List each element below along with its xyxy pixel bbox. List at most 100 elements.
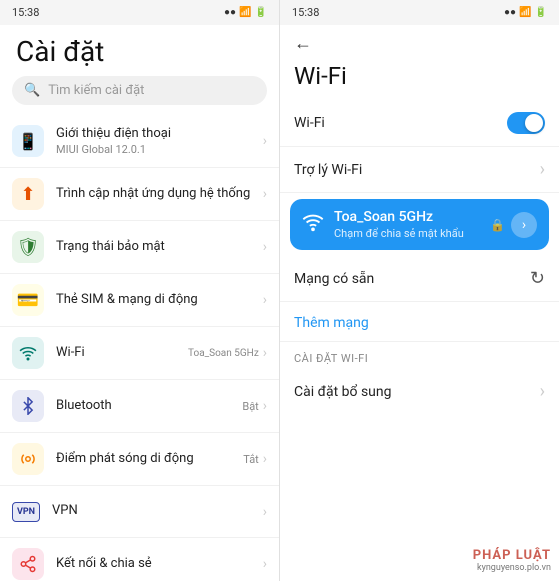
lock-icon: 🔒 — [490, 218, 505, 232]
time-right: 15:38 — [292, 6, 319, 19]
wifi-settings-section-label: CÀI ĐẶT WI-FI — [280, 342, 559, 369]
settings-item-vpn[interactable]: VPN VPN › — [0, 486, 279, 538]
wifi-right: Toa_Soan 5GHz › — [188, 345, 267, 361]
chevron-icon: › — [263, 504, 267, 520]
wifi-title: Wi-Fi — [56, 345, 188, 362]
settings-item-device-intro[interactable]: 📱 Giới thiệu điện thoại MIUI Global 12.0… — [0, 115, 279, 168]
settings-item-hotspot[interactable]: Điểm phát sóng di động Tắt › — [0, 433, 279, 486]
search-bar[interactable]: 🔍 Tìm kiếm cài đặt — [12, 76, 267, 105]
wifi-assistant-chevron: › — [540, 159, 545, 180]
app-update-content: Trình cập nhật ứng dụng hệ thống — [56, 186, 263, 203]
network-sub: Chạm để chia sẻ mật khẩu — [334, 227, 480, 240]
wifi-settings-list: Wi-Fi Trợ lý Wi-Fi › Toa_Soan 5GHz Chạm … — [280, 100, 559, 581]
connected-network-card[interactable]: Toa_Soan 5GHz Chạm để chia sẻ mật khẩu 🔒… — [290, 199, 549, 250]
status-icons-right: ●● 📶 🔋 — [504, 7, 547, 18]
wifi-assistant-row[interactable]: Trợ lý Wi-Fi › — [280, 147, 559, 193]
watermark-title: PHÁP LUẬT — [473, 548, 551, 563]
wifi-assistant-label: Trợ lý Wi-Fi — [294, 162, 362, 178]
additional-settings-chevron: › — [540, 381, 545, 402]
status-bar-left: 15:38 ●● 📶 🔋 — [0, 0, 279, 25]
settings-list: 📱 Giới thiệu điện thoại MIUI Global 12.0… — [0, 115, 279, 581]
wifi-value: Toa_Soan 5GHz — [188, 348, 259, 359]
vpn-title: VPN — [52, 503, 263, 520]
network-detail-button[interactable]: › — [511, 212, 537, 238]
bluetooth-icon — [12, 390, 44, 422]
wifi-back-header: ← — [280, 25, 559, 58]
available-networks-label: Mạng có sẵn — [294, 271, 374, 287]
share-title: Kết nối & chia sẻ — [56, 556, 263, 573]
chevron-icon: › — [263, 556, 267, 572]
sim-title: Thẻ SIM & mạng di động — [56, 292, 263, 309]
settings-item-wifi[interactable]: Wi-Fi Toa_Soan 5GHz › — [0, 327, 279, 380]
add-network-label: Thêm mạng — [294, 315, 369, 331]
wifi-icon — [12, 337, 44, 369]
bluetooth-value: Bật — [242, 400, 258, 413]
app-update-icon: ⬆ — [12, 178, 44, 210]
settings-item-security[interactable]: 🛡 Trạng thái bảo mật › — [0, 221, 279, 274]
watermark-subtitle: kynguyenso.plo.vn — [473, 563, 551, 573]
hotspot-title: Điểm phát sóng di động — [56, 451, 243, 468]
vpn-icon: VPN — [12, 502, 40, 522]
device-intro-right: › — [263, 133, 267, 149]
additional-settings-label: Cài đặt bổ sung — [294, 384, 392, 400]
additional-settings-row[interactable]: Cài đặt bổ sung › — [280, 369, 559, 414]
chevron-icon: › — [263, 186, 267, 202]
share-content: Kết nối & chia sẻ — [56, 556, 263, 573]
wifi-content: Wi-Fi — [56, 345, 188, 362]
available-networks-row: Mạng có sẵn ↻ — [280, 256, 559, 302]
app-update-title: Trình cập nhật ứng dụng hệ thống — [56, 186, 263, 203]
settings-item-share[interactable]: Kết nối & chia sẻ › — [0, 538, 279, 581]
hotspot-content: Điểm phát sóng di động — [56, 451, 243, 468]
device-intro-title: Giới thiệu điện thoại — [56, 126, 263, 143]
vpn-content: VPN — [52, 503, 263, 520]
wifi-toggle-switch[interactable] — [507, 112, 545, 134]
page-title: Cài đặt — [0, 25, 279, 76]
bluetooth-content: Bluetooth — [56, 398, 242, 415]
security-title: Trạng thái bảo mật — [56, 239, 263, 256]
wifi-page-title: Wi-Fi — [280, 58, 559, 100]
share-icon — [12, 548, 44, 580]
settings-item-bluetooth[interactable]: Bluetooth Bật › — [0, 380, 279, 433]
share-right: › — [263, 556, 267, 572]
device-icon: 📱 — [12, 125, 44, 157]
hotspot-right: Tắt › — [243, 451, 267, 467]
search-placeholder: Tìm kiếm cài đặt — [48, 83, 144, 98]
hotspot-value: Tắt — [243, 453, 259, 466]
watermark: PHÁP LUẬT kynguyenso.plo.vn — [473, 548, 551, 573]
chevron-icon: › — [263, 292, 267, 308]
chevron-icon: › — [263, 451, 267, 467]
security-content: Trạng thái bảo mật — [56, 239, 263, 256]
chevron-icon: › — [263, 345, 267, 361]
bluetooth-title: Bluetooth — [56, 398, 242, 415]
vpn-right: › — [263, 504, 267, 520]
hotspot-icon — [12, 443, 44, 475]
device-intro-content: Giới thiệu điện thoại MIUI Global 12.0.1 — [56, 126, 263, 157]
time-left: 15:38 — [12, 6, 39, 19]
bluetooth-right: Bật › — [242, 398, 267, 414]
app-update-right: › — [263, 186, 267, 202]
refresh-icon[interactable]: ↻ — [530, 268, 545, 289]
chevron-icon: › — [263, 133, 267, 149]
chevron-icon: › — [263, 398, 267, 414]
back-button[interactable]: ← — [294, 33, 312, 54]
network-right-icons: 🔒 › — [490, 212, 537, 238]
security-right: › — [263, 239, 267, 255]
chevron-icon: › — [263, 239, 267, 255]
sim-content: Thẻ SIM & mạng di động — [56, 292, 263, 309]
wifi-panel: 15:38 ●● 📶 🔋 ← Wi-Fi Wi-Fi Trợ lý Wi-Fi … — [280, 0, 559, 581]
network-info: Toa_Soan 5GHz Chạm để chia sẻ mật khẩu — [334, 209, 480, 240]
settings-panel: 15:38 ●● 📶 🔋 Cài đặt 🔍 Tìm kiếm cài đặt … — [0, 0, 280, 581]
status-icons-left: ●● 📶 🔋 — [224, 7, 267, 18]
status-bar-right: 15:38 ●● 📶 🔋 — [280, 0, 559, 25]
sim-right: › — [263, 292, 267, 308]
settings-item-sim[interactable]: 💳 Thẻ SIM & mạng di động › — [0, 274, 279, 327]
security-icon: 🛡 — [12, 231, 44, 263]
sim-icon: 💳 — [12, 284, 44, 316]
network-wifi-icon — [302, 211, 324, 238]
search-icon: 🔍 — [24, 83, 40, 98]
add-network-row[interactable]: Thêm mạng — [280, 302, 559, 341]
wifi-toggle-row[interactable]: Wi-Fi — [280, 100, 559, 147]
settings-item-app-update[interactable]: ⬆ Trình cập nhật ứng dụng hệ thống › — [0, 168, 279, 221]
network-name: Toa_Soan 5GHz — [334, 209, 480, 225]
wifi-toggle-label: Wi-Fi — [294, 115, 325, 131]
